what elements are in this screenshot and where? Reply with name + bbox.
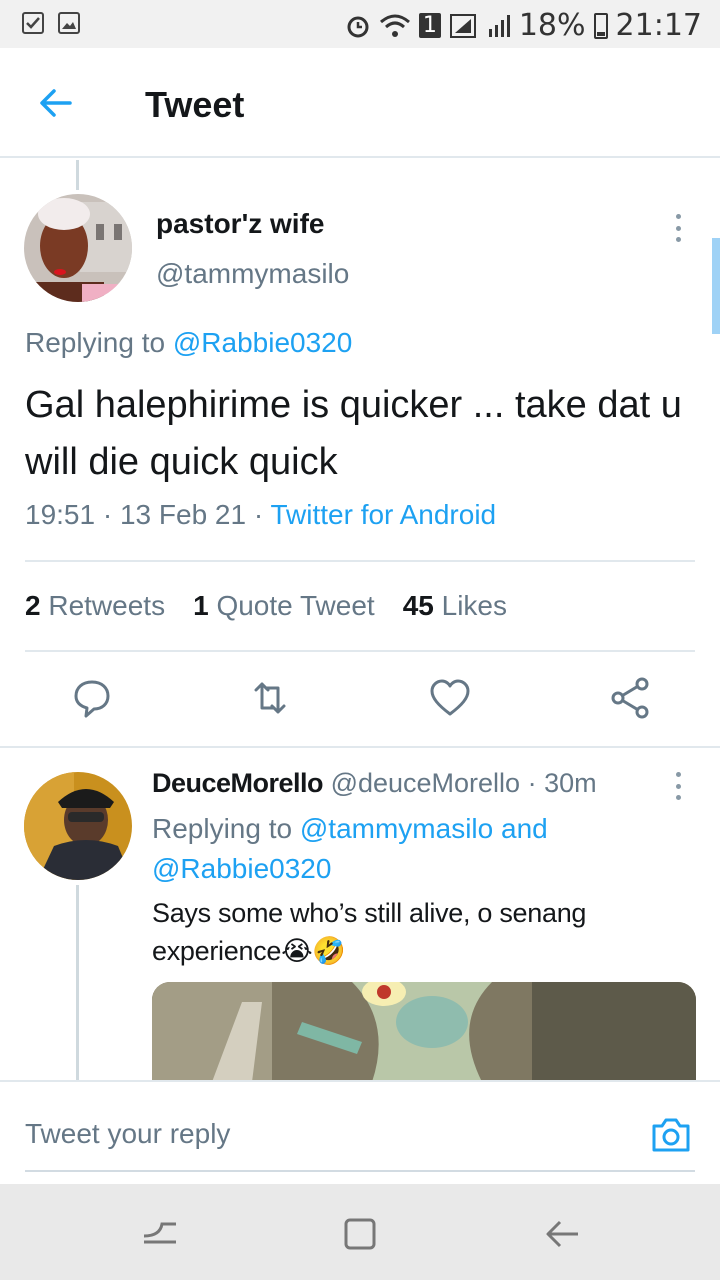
tweet-source-link[interactable]: Twitter for Android (270, 499, 496, 530)
reply-author-avatar[interactable] (24, 772, 132, 880)
reply-replying-link-1[interactable]: @tammymasilo (300, 813, 493, 844)
replying-to: Replying to @Rabbie0320 (25, 327, 352, 359)
status-bar: 1 18% 21:17 (0, 0, 720, 48)
thread-line (76, 160, 79, 190)
quotes-count: 1 (193, 590, 209, 621)
system-navigation-bar (0, 1184, 720, 1280)
likes-stat[interactable]: 45 Likes (403, 590, 507, 622)
reply-author-name[interactable]: DeuceMorello (152, 768, 324, 798)
reply-more-options-icon[interactable] (668, 772, 688, 800)
divider (25, 560, 695, 562)
scrollbar[interactable] (712, 238, 720, 334)
retweet-icon[interactable] (248, 676, 292, 720)
author-avatar[interactable] (24, 194, 132, 302)
reply-media-image[interactable] (152, 982, 696, 1082)
back-arrow-icon[interactable] (36, 83, 76, 123)
replying-to-link[interactable]: @Rabbie0320 (173, 327, 352, 358)
image-icon (58, 12, 80, 34)
author-name[interactable]: pastor'z wife (156, 208, 324, 240)
tweet-meta: 19:51 · 13 Feb 21 · Twitter for Android (25, 499, 497, 530)
author-handle[interactable]: @tammymasilo (156, 258, 349, 290)
tweet-date: 13 Feb 21 (119, 499, 247, 530)
reply-compose-bar: Tweet your reply (0, 1080, 720, 1184)
section-divider (0, 746, 720, 748)
tweet-stats: 2 Retweets 1 Quote Tweet 45 Likes (25, 590, 507, 622)
divider (25, 650, 695, 652)
thread-line (76, 885, 79, 1080)
reply-input[interactable]: Tweet your reply (25, 1118, 230, 1150)
reply-replying-and: and (501, 813, 548, 844)
reply-replying-link-2[interactable]: @Rabbie0320 (152, 853, 331, 884)
battery-percent: 18% (518, 8, 586, 43)
like-icon[interactable] (428, 676, 472, 720)
reply-replying-label: Replying to (152, 813, 293, 844)
likes-label: Likes (441, 590, 508, 621)
reply-text: Says some who’s still alive, o senang ex… (152, 898, 587, 966)
wifi-icon (379, 14, 410, 37)
alarm-icon (347, 16, 369, 37)
reply-replying-to: Replying to @tammymasilo and @Rabbie0320 (152, 809, 672, 889)
clock: 21:17 (615, 8, 702, 43)
reply-icon[interactable] (70, 676, 114, 720)
input-underline (25, 1170, 695, 1172)
sim-indicator: 1 (418, 13, 441, 38)
camera-icon[interactable] (650, 1116, 692, 1154)
tweet-text: Gal halephirime is quicker ... take dat … (25, 384, 682, 483)
battery-icon (593, 12, 608, 39)
tweet-actions (0, 676, 720, 726)
quotes-label: Quote Tweet (216, 590, 375, 621)
replying-label: Replying to (25, 327, 166, 358)
signal-icon (449, 13, 476, 38)
top-app-bar: Tweet (0, 48, 720, 158)
signal-bars-icon (488, 14, 510, 37)
recent-apps-icon[interactable] (140, 1214, 180, 1254)
retweets-stat[interactable]: 2 Retweets (25, 590, 165, 622)
retweets-label: Retweets (48, 590, 166, 621)
reply-age: 30m (544, 768, 597, 798)
page-title: Tweet (145, 84, 245, 125)
likes-count: 45 (402, 590, 434, 621)
share-icon[interactable] (608, 676, 652, 720)
reply-header: DeuceMorello @deuceMorello · 30m (152, 768, 597, 798)
home-icon[interactable] (340, 1214, 380, 1254)
more-options-icon[interactable] (668, 214, 688, 242)
checkbox-icon (22, 12, 44, 34)
tweet-time: 19:51 (25, 499, 96, 530)
quotes-stat[interactable]: 1 Quote Tweet (193, 590, 375, 622)
back-icon[interactable] (542, 1214, 582, 1254)
reply-author-handle[interactable]: @deuceMorello (331, 768, 521, 798)
retweets-count: 2 (25, 590, 41, 621)
